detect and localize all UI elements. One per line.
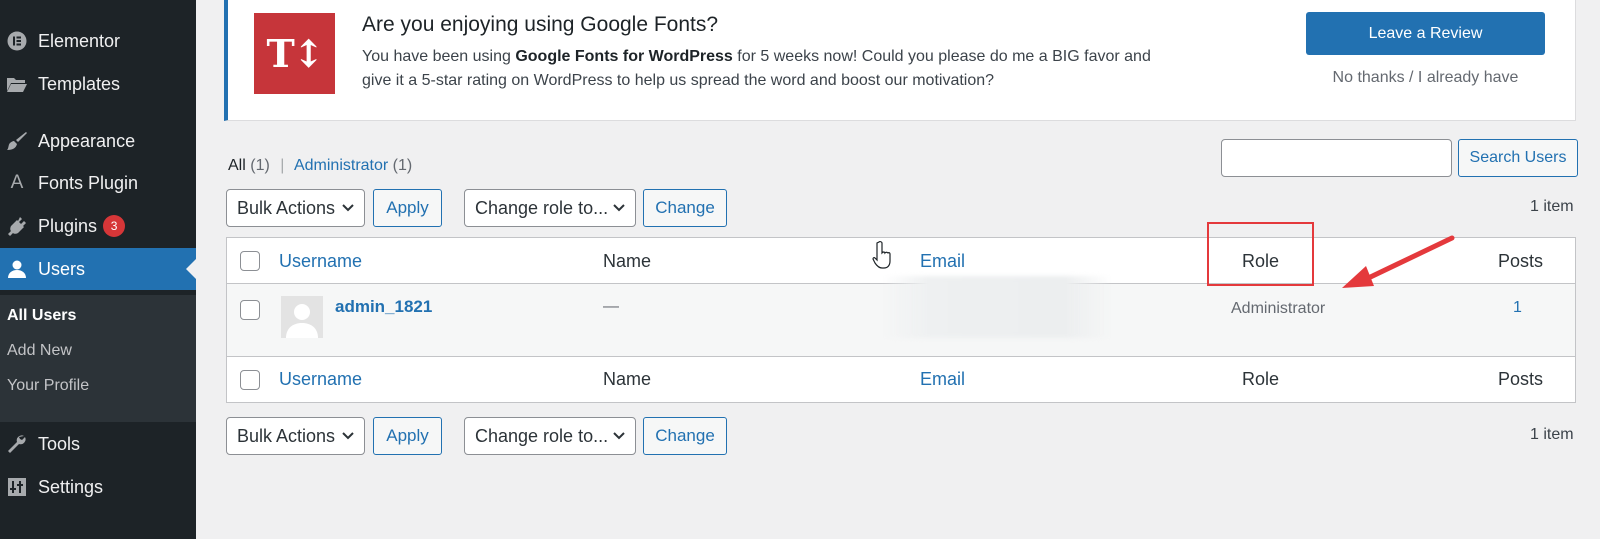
chevron-down-icon	[613, 432, 625, 440]
filter-admin-count: (1)	[392, 157, 413, 174]
plugin-icon	[3, 216, 31, 236]
chevron-down-icon	[342, 204, 354, 212]
menu-item-users[interactable]: Users	[0, 248, 196, 290]
select-all-checkbox[interactable]	[240, 251, 260, 271]
menu-item-settings[interactable]: Settings	[0, 466, 196, 508]
admin-sidebar: Elementor Templates Appearance A Fonts P…	[0, 0, 196, 539]
column-email[interactable]: Email	[920, 251, 965, 272]
settings-icon	[3, 477, 31, 497]
menu-item-plugins[interactable]: Plugins 3	[0, 205, 196, 247]
user-role: Administrator	[1231, 300, 1326, 317]
paintbrush-icon	[3, 131, 31, 151]
table-footer: Username Name Email Role Posts	[227, 358, 1575, 402]
user-role-filter: All (1) | Administrator (1)	[228, 157, 413, 174]
username-link[interactable]: admin_1821	[335, 297, 432, 317]
chevron-down-icon	[613, 204, 625, 212]
notice-title: Are you enjoying using Google Fonts?	[362, 13, 719, 36]
filter-all-count: (1)	[250, 157, 270, 174]
menu-item-fonts-plugin[interactable]: A Fonts Plugin	[0, 162, 196, 204]
select-all-checkbox-footer[interactable]	[240, 370, 260, 390]
column-email[interactable]: Email	[920, 369, 965, 390]
user-name: —	[603, 298, 619, 315]
user-icon	[3, 259, 31, 279]
row-checkbox[interactable]	[240, 300, 260, 320]
user-posts-count[interactable]: 1	[1513, 299, 1522, 317]
column-posts: Posts	[1498, 369, 1544, 389]
submenu-add-new[interactable]: Add New	[7, 342, 72, 360]
change-role-button-top[interactable]: Change	[643, 189, 727, 227]
apply-button-bottom[interactable]: Apply	[373, 417, 442, 455]
menu-label: Users	[38, 258, 86, 279]
column-name: Name	[603, 251, 652, 271]
bulk-actions-select-bottom[interactable]: Bulk Actions	[226, 417, 365, 455]
column-name: Name	[603, 369, 652, 389]
search-users-input[interactable]	[1221, 139, 1452, 177]
menu-label: Settings	[38, 476, 104, 497]
avatar	[281, 296, 323, 338]
folder-icon	[3, 75, 31, 93]
elementor-icon	[3, 31, 31, 51]
update-count-badge: 3	[103, 215, 126, 237]
menu-label: Elementor	[38, 30, 121, 51]
chevron-down-icon	[342, 432, 354, 440]
hand-cursor-icon	[872, 240, 891, 269]
annotation-arrow-icon	[1342, 235, 1455, 288]
menu-label: Fonts Plugin	[38, 172, 139, 193]
change-role-button-bottom[interactable]: Change	[643, 417, 727, 455]
menu-label: Tools	[38, 433, 81, 454]
leave-review-button[interactable]: Leave a Review	[1306, 12, 1545, 55]
bulk-actions-select-top[interactable]: Bulk Actions	[226, 189, 365, 227]
notice-text: You have been using Google Fonts for Wor…	[362, 48, 1151, 89]
menu-item-appearance[interactable]: Appearance	[0, 120, 196, 162]
menu-item-elementor[interactable]: Elementor	[0, 20, 196, 62]
apply-button-top[interactable]: Apply	[373, 189, 442, 227]
column-role: Role	[1242, 369, 1280, 389]
change-role-select-top[interactable]: Change role to...	[464, 189, 636, 227]
column-posts: Posts	[1498, 251, 1544, 271]
users-submenu: All Users Add New Your Profile	[0, 295, 196, 422]
submenu-all-users[interactable]: All Users	[7, 307, 76, 325]
change-role-select-bottom[interactable]: Change role to...	[464, 417, 636, 455]
menu-label: Plugins	[38, 215, 98, 236]
items-count-top: 1 item	[1530, 198, 1574, 215]
menu-label: Templates	[38, 73, 121, 94]
menu-item-tools[interactable]: Tools	[0, 423, 196, 465]
google-fonts-logo: T↕	[254, 13, 335, 94]
dismiss-notice-link[interactable]: No thanks / I already have	[1306, 69, 1545, 87]
column-username[interactable]: Username	[279, 251, 362, 272]
filter-administrator[interactable]: Administrator	[294, 157, 388, 174]
submenu-your-profile[interactable]: Your Profile	[7, 377, 89, 395]
menu-item-templates[interactable]: Templates	[0, 63, 196, 105]
column-username[interactable]: Username	[279, 369, 362, 390]
search-users-button[interactable]: Search Users	[1458, 139, 1578, 177]
items-count-bottom: 1 item	[1530, 426, 1574, 443]
font-a-icon: A	[10, 172, 24, 193]
filter-all[interactable]: All	[228, 157, 246, 174]
email-redacted	[882, 276, 1112, 338]
review-notice: T↕ Are you enjoying using Google Fonts? …	[224, 0, 1576, 121]
wrench-icon	[3, 434, 31, 454]
menu-label: Appearance	[38, 130, 136, 151]
role-highlight-box	[1207, 222, 1314, 286]
